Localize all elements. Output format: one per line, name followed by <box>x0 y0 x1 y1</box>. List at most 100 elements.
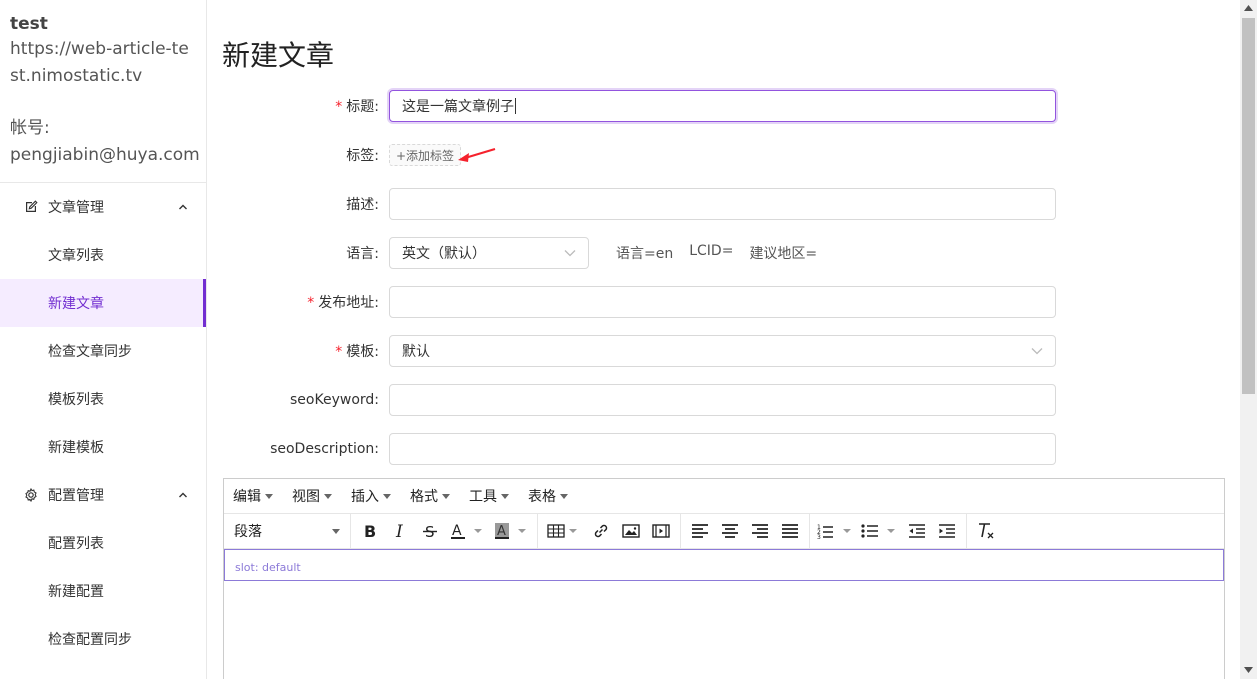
bold-icon: B <box>364 523 376 539</box>
seo-desc-input[interactable] <box>389 433 1056 465</box>
svg-text:3: 3 <box>817 534 821 540</box>
menu-insert[interactable]: 插入 <box>351 486 391 506</box>
title-input-value: 这是一篇文章例子 <box>402 99 514 115</box>
paragraph-select[interactable]: 段落 <box>228 517 346 545</box>
template-label: * 模板: <box>207 341 384 361</box>
title-input[interactable]: 这是一篇文章例子 <box>389 90 1056 122</box>
menu-label: 格式 <box>410 489 438 505</box>
tags-label: 标签: <box>346 148 379 164</box>
seo-keyword-input[interactable] <box>389 384 1056 416</box>
paragraph-select-value: 段落 <box>234 524 262 540</box>
menu-tools[interactable]: 工具 <box>469 486 509 506</box>
editor-content-slot[interactable]: slot: default <box>224 549 1224 581</box>
menu-edit[interactable]: 编辑 <box>233 486 273 506</box>
seo-desc-label: seoDescription: <box>270 441 379 457</box>
account-value: pengjiabin@huya.com <box>10 145 200 165</box>
align-justify-button[interactable] <box>775 517 805 545</box>
add-tag-button[interactable]: +添加标签 <box>389 144 462 166</box>
caret-down-icon <box>265 493 273 499</box>
menu-format[interactable]: 格式 <box>410 486 450 506</box>
edit-icon <box>24 200 38 214</box>
align-left-icon <box>692 524 708 538</box>
text-color-button[interactable]: A <box>445 517 489 545</box>
main-content: 新建文章 * 标题: 这是一篇文章例子 标签: +添加标签 描述: 语言: 英文（… <box>207 0 1240 679</box>
lang-select-value: 英文（默认） <box>402 246 486 262</box>
site-info: test https://web-article-test.nimostatic… <box>0 0 206 183</box>
sidebar-item-article-list[interactable]: 文章列表 <box>0 231 206 279</box>
form-row-seo-desc: seoDescription: <box>207 433 1240 465</box>
menu-group-config[interactable]: 配置管理 <box>0 471 206 519</box>
bold-button[interactable]: B <box>355 517 385 545</box>
form-row-desc: 描述: <box>207 188 1240 220</box>
sidebar-item-new-config[interactable]: 新建配置 <box>0 567 206 615</box>
caret-down-icon <box>442 493 450 499</box>
desc-input[interactable] <box>389 188 1056 220</box>
menu-label: 视图 <box>292 489 320 505</box>
template-select-value: 默认 <box>402 344 430 360</box>
media-button[interactable] <box>646 517 676 545</box>
italic-icon: I <box>395 523 403 539</box>
background-color-button[interactable]: A <box>489 517 533 545</box>
menu-group-label: 文章管理 <box>48 200 104 216</box>
editor-menubar: 编辑 视图 插入 格式 工具 表格 <box>224 479 1224 514</box>
lcid-info: LCID= <box>689 243 734 259</box>
sidebar-item-check-config-sync[interactable]: 检查配置同步 <box>0 615 206 663</box>
bullet-list-button[interactable] <box>858 517 902 545</box>
sidebar-item-check-article-sync[interactable]: 检查文章同步 <box>0 327 206 375</box>
image-icon <box>622 524 640 538</box>
publish-url-input[interactable] <box>389 286 1056 318</box>
template-label-text: 模板: <box>346 344 379 360</box>
sidebar-item-template-list[interactable]: 模板列表 <box>0 375 206 423</box>
required-mark: * <box>307 295 315 311</box>
scroll-up-icon[interactable] <box>1244 5 1253 11</box>
caret-down-icon <box>324 493 332 499</box>
strikethrough-button[interactable]: S <box>415 517 445 545</box>
bullet-list-icon <box>861 524 895 538</box>
italic-button[interactable]: I <box>385 517 415 545</box>
scroll-down-icon[interactable] <box>1244 667 1253 673</box>
lang-info: 语言=en LCID= 建议地区= <box>616 243 817 263</box>
align-left-button[interactable] <box>685 517 715 545</box>
page-scrollbar[interactable] <box>1240 0 1257 679</box>
outdent-icon <box>909 524 925 538</box>
menu-group-label: 配置管理 <box>48 488 104 504</box>
caret-down-icon <box>501 493 509 499</box>
menu-view[interactable]: 视图 <box>292 486 332 506</box>
outdent-button[interactable] <box>902 517 932 545</box>
media-icon <box>652 524 670 538</box>
menu-group-article[interactable]: 文章管理 <box>0 183 206 231</box>
sidebar-item-new-template[interactable]: 新建模板 <box>0 423 206 471</box>
clear-format-button[interactable] <box>971 517 1001 545</box>
account-label: 帐号: <box>10 118 50 138</box>
image-button[interactable] <box>616 517 646 545</box>
indent-button[interactable] <box>932 517 962 545</box>
template-select[interactable]: 默认 <box>389 335 1056 367</box>
chevron-up-icon <box>179 204 187 210</box>
toolbar-group-list: 123 <box>810 513 967 549</box>
svg-text:A: A <box>452 523 462 539</box>
sidebar-item-config-list[interactable]: 配置列表 <box>0 519 206 567</box>
required-mark: * <box>335 99 343 115</box>
lang-select[interactable]: 英文（默认） <box>389 237 589 269</box>
caret-down-icon <box>332 528 340 534</box>
chevron-down-icon <box>564 250 576 257</box>
align-center-button[interactable] <box>715 517 745 545</box>
link-icon <box>594 524 608 538</box>
form-row-seo-keyword: seoKeyword: <box>207 384 1240 416</box>
link-button[interactable] <box>586 517 616 545</box>
seo-keyword-label: seoKeyword: <box>290 392 379 408</box>
align-right-button[interactable] <box>745 517 775 545</box>
sidebar-item-new-article[interactable]: 新建文章 <box>0 279 206 327</box>
url-label: * 发布地址: <box>207 292 384 312</box>
lang-code-info: 语言=en <box>616 246 674 262</box>
menu-label: 表格 <box>528 489 556 505</box>
scrollbar-thumb[interactable] <box>1242 18 1255 394</box>
svg-text:I: I <box>395 523 403 539</box>
menu-table[interactable]: 表格 <box>528 486 568 506</box>
numbered-list-button[interactable]: 123 <box>814 517 858 545</box>
indent-icon <box>939 524 955 538</box>
strikethrough-icon: S <box>423 523 437 539</box>
chevron-down-icon <box>1031 348 1043 355</box>
toolbar-group-align <box>681 513 810 549</box>
table-button[interactable] <box>542 517 586 545</box>
